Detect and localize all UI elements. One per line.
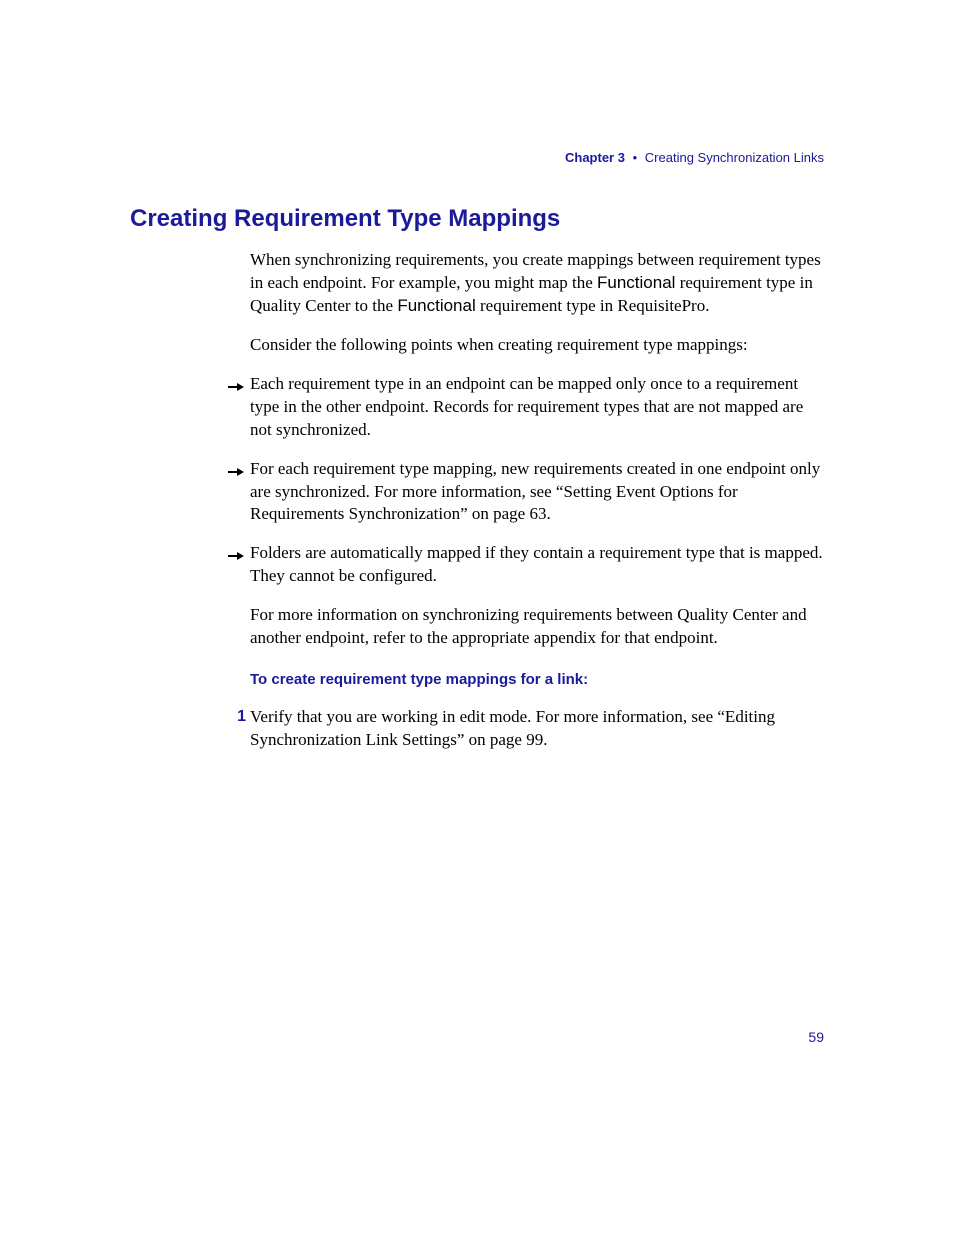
- arrow-icon: [228, 462, 244, 474]
- list-item-text: For each requirement type mapping, new r…: [250, 459, 820, 524]
- intro-paragraph-1: When synchronizing requirements, you cre…: [250, 249, 824, 318]
- running-header: Chapter 3 • Creating Synchronization Lin…: [130, 150, 824, 165]
- step-item: 1 Verify that you are working in edit mo…: [250, 706, 824, 752]
- list-item-text: Folders are automatically mapped if they…: [250, 543, 823, 585]
- section-title: Creating Requirement Type Mappings: [130, 205, 824, 233]
- header-bullet: •: [633, 150, 638, 165]
- intro-p1-d: Functional: [397, 296, 475, 315]
- list-item: Folders are automatically mapped if they…: [250, 542, 824, 588]
- post-bullets-paragraph: For more information on synchronizing re…: [250, 604, 824, 650]
- arrow-icon: [228, 546, 244, 558]
- step-text: Verify that you are working in edit mode…: [250, 707, 775, 749]
- chapter-label: Chapter 3: [565, 150, 625, 165]
- intro-p1-e: requirement type in RequisitePro.: [476, 296, 710, 315]
- page-number: 59: [808, 1029, 824, 1045]
- intro-paragraph-2: Consider the following points when creat…: [250, 334, 824, 357]
- body-block: When synchronizing requirements, you cre…: [250, 249, 824, 752]
- arrow-icon: [228, 377, 244, 389]
- step-number: 1: [228, 706, 246, 728]
- steps-list: 1 Verify that you are working in edit mo…: [250, 706, 824, 752]
- procedure-subhead: To create requirement type mappings for …: [250, 670, 824, 690]
- intro-p1-b: Functional: [597, 273, 675, 292]
- bullet-list: Each requirement type in an endpoint can…: [250, 373, 824, 589]
- list-item: For each requirement type mapping, new r…: [250, 458, 824, 527]
- document-page: Chapter 3 • Creating Synchronization Lin…: [0, 0, 954, 1235]
- list-item: Each requirement type in an endpoint can…: [250, 373, 824, 442]
- chapter-title: Creating Synchronization Links: [645, 150, 824, 165]
- list-item-text: Each requirement type in an endpoint can…: [250, 374, 803, 439]
